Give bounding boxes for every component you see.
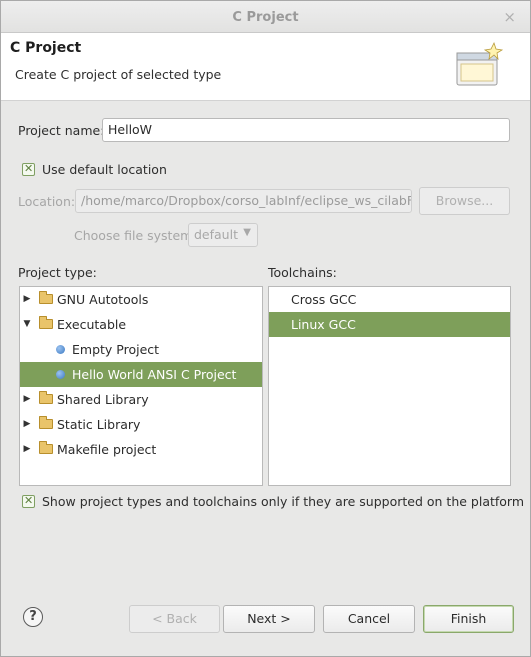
folder-icon	[39, 291, 53, 304]
close-icon[interactable]: ×	[503, 8, 516, 26]
c-project-dialog: C Project × C Project Create C project o…	[0, 0, 531, 657]
project-type-tree[interactable]: ▶ GNU Autotools ▼ Executable Empty Proje…	[19, 286, 263, 486]
tree-item-label: Makefile project	[57, 442, 157, 457]
toolchain-label: Linux GCC	[291, 317, 356, 332]
chevron-down-icon: ▼	[243, 227, 251, 238]
back-button[interactable]: < Back	[129, 605, 220, 633]
project-template-icon	[56, 345, 65, 354]
collapse-arrow-icon[interactable]: ▼	[22, 312, 32, 337]
wizard-banner-icon	[456, 41, 504, 86]
help-icon[interactable]: ?	[23, 607, 43, 627]
tree-item-shared-library[interactable]: ▶ Shared Library	[20, 387, 262, 412]
window-title: C Project	[232, 10, 299, 25]
file-system-value: default	[194, 227, 238, 242]
supported-only-checkbox[interactable]	[22, 494, 35, 508]
next-button[interactable]: Next >	[223, 605, 315, 633]
tree-item-label: Static Library	[57, 417, 141, 432]
banner-subtitle: Create C project of selected type	[15, 67, 222, 82]
expand-arrow-icon[interactable]: ▶	[22, 387, 32, 412]
toolchains-list[interactable]: Cross GCC Linux GCC	[268, 286, 511, 486]
toolchains-label: Toolchains:	[268, 265, 337, 280]
location-label: Location:	[18, 194, 76, 209]
folder-icon	[39, 416, 53, 429]
tree-item-makefile-project[interactable]: ▶ Makefile project	[20, 437, 262, 462]
toolchain-label: Cross GCC	[291, 292, 357, 307]
location-input[interactable]: /home/marco/Dropbox/corso_labInf/eclipse…	[75, 189, 412, 213]
folder-icon	[39, 391, 53, 404]
tree-item-hello-world-ansi-c-project[interactable]: Hello World ANSI C Project	[20, 362, 262, 387]
tree-item-executable[interactable]: ▼ Executable	[20, 312, 262, 337]
project-template-icon	[56, 370, 65, 379]
expand-arrow-icon[interactable]: ▶	[22, 287, 32, 312]
tree-item-label: Shared Library	[57, 392, 149, 407]
title-bar: C Project ×	[1, 1, 530, 33]
tree-item-label: GNU Autotools	[57, 292, 149, 307]
use-default-location-checkbox[interactable]	[22, 162, 35, 176]
toolchain-item-cross-gcc[interactable]: Cross GCC	[269, 287, 510, 312]
file-system-select[interactable]: default ▼	[188, 223, 258, 247]
tree-item-label: Hello World ANSI C Project	[72, 367, 237, 382]
toolchain-item-linux-gcc[interactable]: Linux GCC	[269, 312, 510, 337]
project-name-label: Project name:	[18, 123, 105, 138]
tree-item-empty-project[interactable]: Empty Project	[20, 337, 262, 362]
project-type-label: Project type:	[18, 265, 97, 280]
tree-item-gnu-autotools[interactable]: ▶ GNU Autotools	[20, 287, 262, 312]
project-name-input[interactable]: HelloW	[102, 118, 510, 142]
expand-arrow-icon[interactable]: ▶	[22, 412, 32, 437]
expand-arrow-icon[interactable]: ▶	[22, 437, 32, 462]
supported-only-label: Show project types and toolchains only i…	[42, 494, 525, 509]
cancel-button[interactable]: Cancel	[323, 605, 415, 633]
tree-item-label: Empty Project	[72, 342, 160, 357]
tree-item-label: Executable	[57, 317, 127, 332]
finish-button[interactable]: Finish	[423, 605, 514, 633]
file-system-label: Choose file system:	[74, 228, 197, 243]
wizard-banner: C Project Create C project of selected t…	[1, 33, 530, 101]
folder-icon	[39, 441, 53, 454]
browse-button[interactable]: Browse...	[419, 187, 510, 215]
banner-heading: C Project	[10, 40, 82, 56]
use-default-location-label: Use default location	[42, 162, 167, 177]
folder-icon	[39, 316, 53, 329]
tree-item-static-library[interactable]: ▶ Static Library	[20, 412, 262, 437]
